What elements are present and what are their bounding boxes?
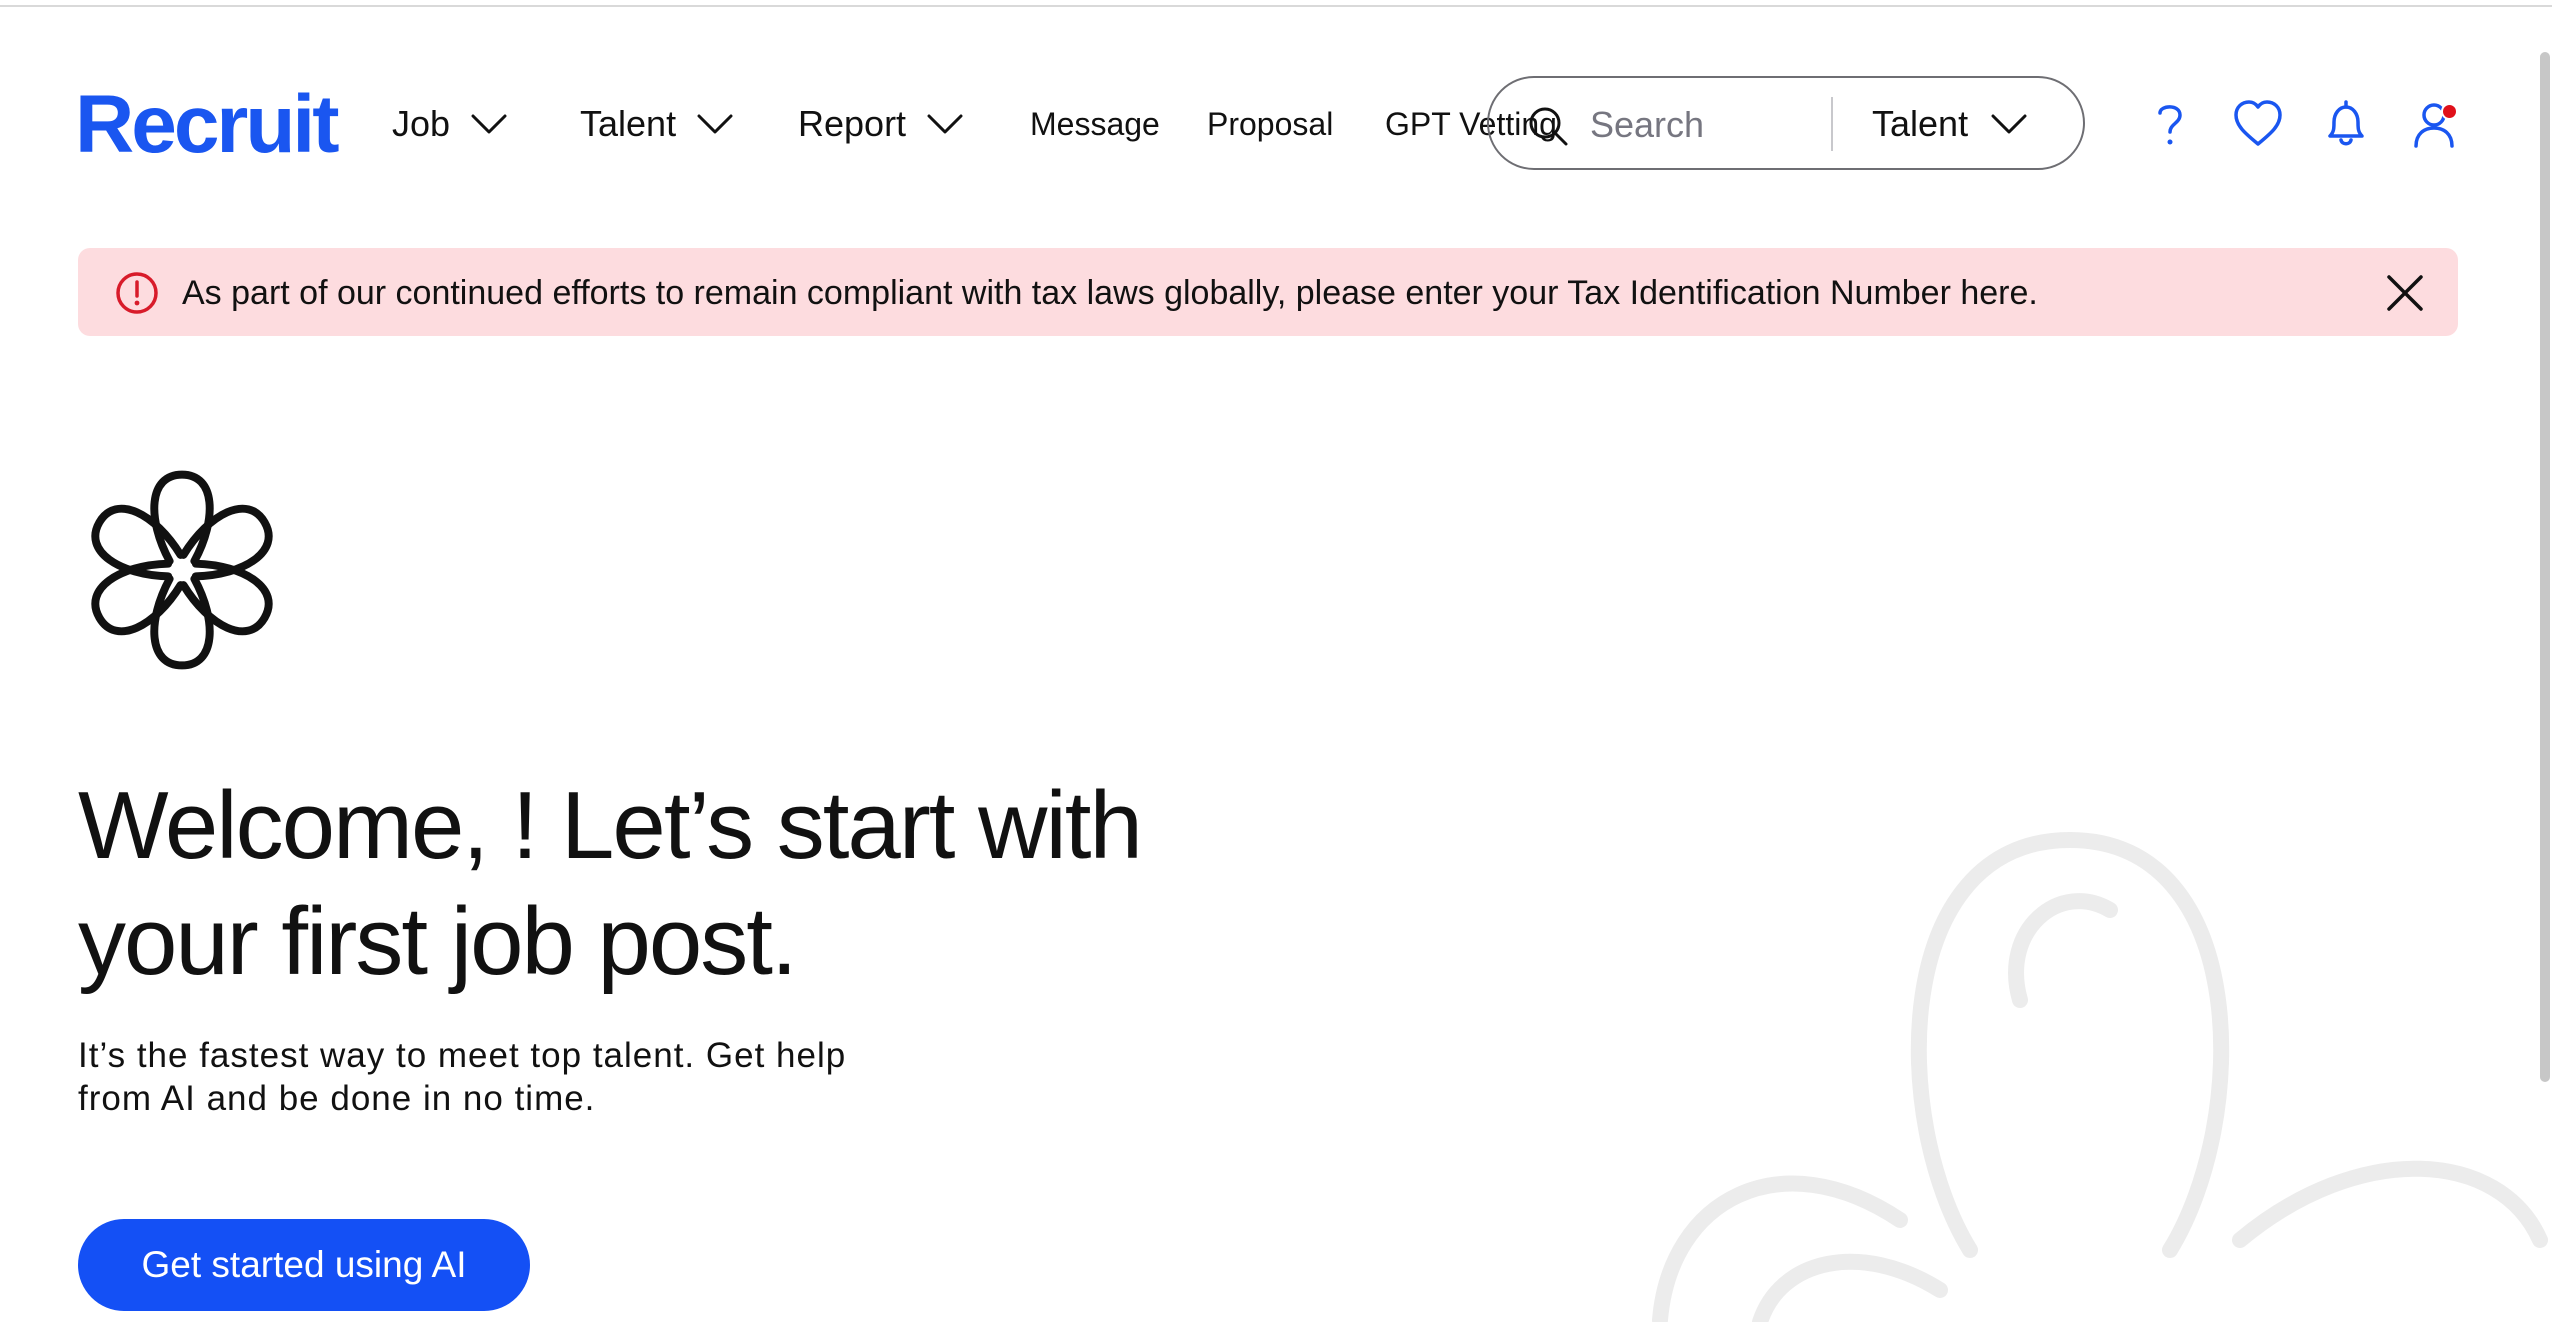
chevron-down-icon	[927, 114, 963, 134]
nav-talent[interactable]: Talent	[580, 98, 734, 150]
scrollbar-thumb[interactable]	[2540, 52, 2550, 1082]
alert-message[interactable]: As part of our continued efforts to rema…	[182, 270, 2038, 316]
nav-report-label: Report	[798, 103, 907, 144]
chevron-down-icon	[697, 114, 733, 134]
search-input[interactable]	[1590, 100, 1800, 150]
chevron-down-icon	[1991, 114, 2027, 134]
nav-talent-label: Talent	[580, 103, 677, 144]
search-icon	[1529, 107, 1568, 146]
heart-icon[interactable]	[2232, 98, 2284, 150]
get-started-ai-button[interactable]: Get started using AI	[78, 1219, 530, 1311]
nav-message[interactable]: Message	[1030, 98, 1160, 150]
alert-circle-icon	[116, 272, 158, 314]
search-scope-dropdown[interactable]: Talent	[1872, 98, 2028, 150]
background-flower-watermark	[1652, 831, 2548, 1322]
welcome-subtitle: It’s the fastest way to meet top talent.…	[78, 1036, 847, 1118]
browser-top-border	[0, 0, 2552, 7]
close-icon[interactable]	[2382, 270, 2428, 316]
search-scope-label: Talent	[1872, 103, 1969, 144]
nav-job-label: Job	[392, 103, 451, 144]
notification-dot	[2441, 103, 2458, 120]
bell-icon[interactable]	[2320, 98, 2372, 150]
help-icon[interactable]	[2144, 98, 2196, 150]
brand-logo[interactable]: Recruit	[75, 80, 340, 170]
nav-job[interactable]: Job	[392, 98, 508, 150]
nav-report[interactable]: Report	[798, 98, 964, 150]
flower-logo-icon	[91, 470, 273, 670]
nav-proposal[interactable]: Proposal	[1207, 98, 1333, 150]
chevron-down-icon	[471, 114, 507, 134]
search-divider	[1831, 97, 1833, 151]
welcome-heading: Welcome, ! Let’s start with your first j…	[78, 772, 1143, 995]
